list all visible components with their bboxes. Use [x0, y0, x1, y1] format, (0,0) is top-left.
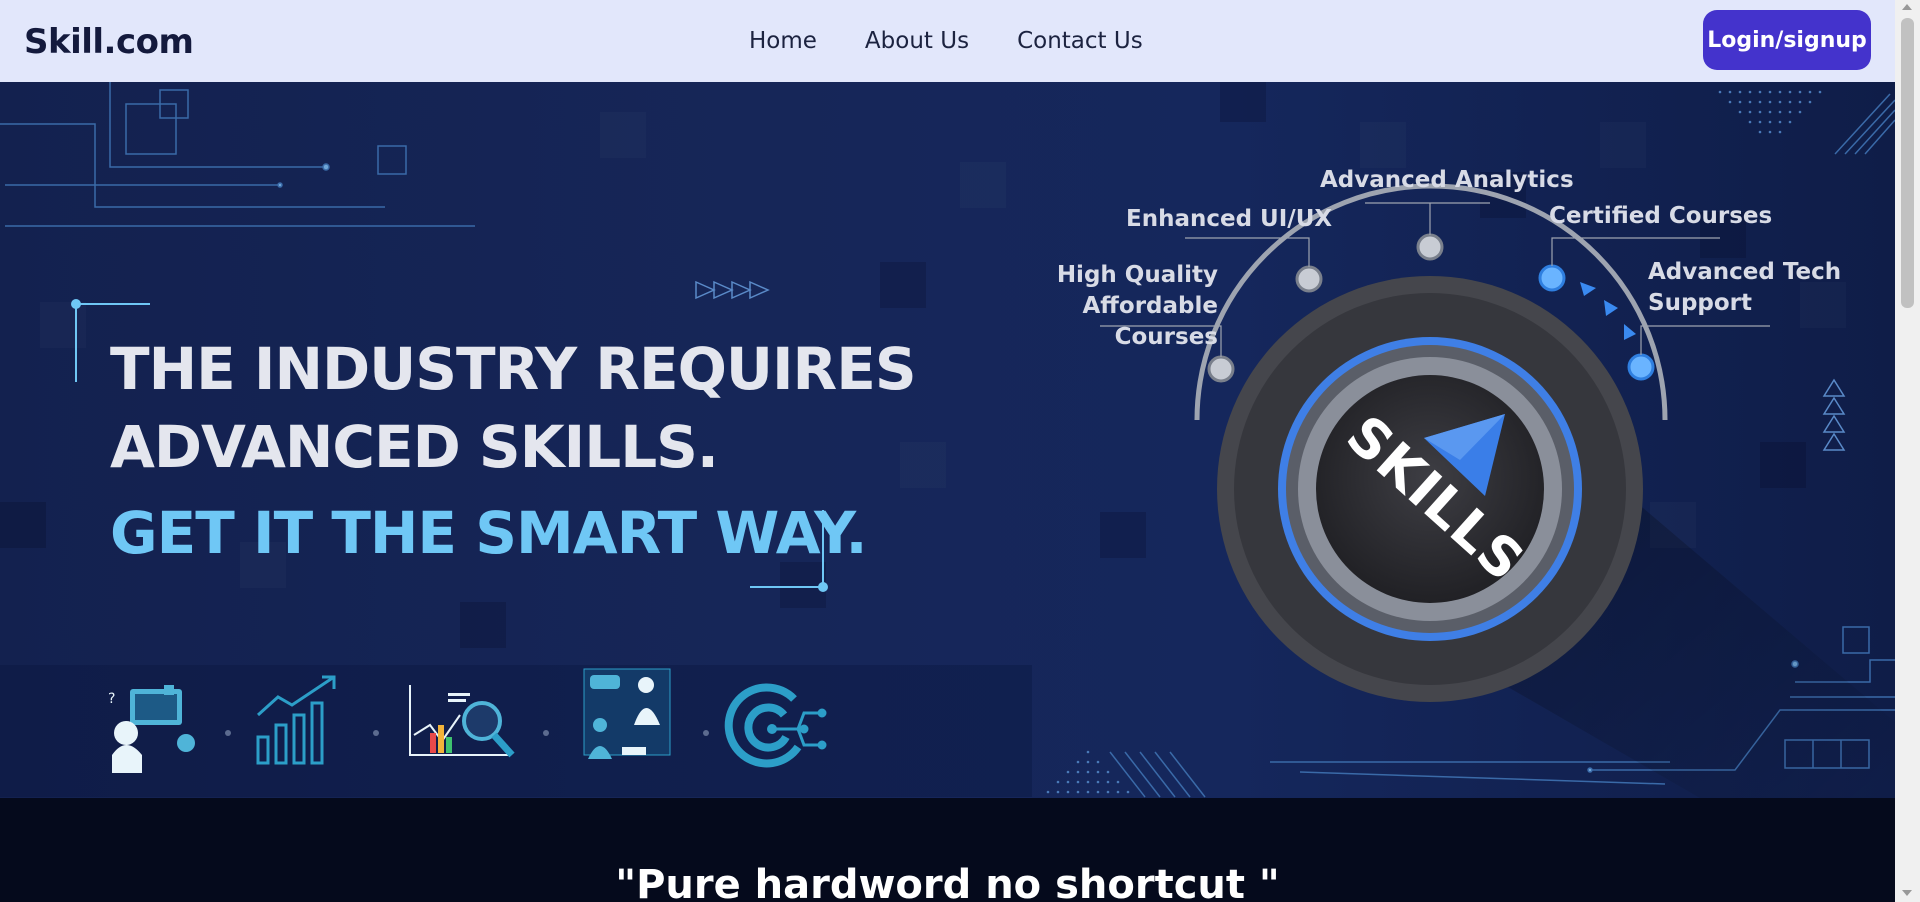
scrollbar-thumb[interactable]: [1901, 18, 1914, 308]
label-enhanced-uiux: Enhanced UI/UX: [1126, 206, 1333, 232]
motto-quote: "Pure hardword no shortcut ": [615, 862, 1280, 902]
label-advanced-analytics: Advanced Analytics: [1320, 167, 1574, 193]
login-signup-button[interactable]: Login/signup: [1703, 10, 1871, 70]
skills-dial: [1100, 183, 1895, 798]
nav-about-link[interactable]: About Us: [865, 28, 969, 54]
nav-links: Home About Us Contact Us: [749, 28, 1143, 54]
quote-section: "Pure hardword no shortcut ": [0, 798, 1895, 902]
label-high-quality-line1: High Quality: [1056, 262, 1218, 288]
nav-home-link[interactable]: Home: [749, 28, 817, 54]
label-advanced-tech-support: Advanced Tech Support: [1648, 257, 1841, 319]
hero-banner: THE INDUSTRY REQUIRES ADVANCED SKILLS. G…: [0, 82, 1895, 798]
label-high-quality: High Quality Affordable Courses: [980, 260, 1218, 353]
label-tech-line1: Advanced Tech: [1648, 259, 1842, 285]
navbar: Skill.com Home About Us Contact Us Login…: [0, 0, 1895, 82]
scroll-down-arrow-icon[interactable]: [1902, 890, 1912, 896]
brand-logo[interactable]: Skill.com: [24, 22, 194, 62]
label-tech-line2: Support: [1648, 290, 1753, 316]
nav-contact-link[interactable]: Contact Us: [1017, 28, 1143, 54]
page-scrollbar[interactable]: [1895, 0, 1920, 902]
scroll-up-arrow-icon[interactable]: [1902, 4, 1912, 10]
label-certified-courses: Certified Courses: [1549, 203, 1773, 229]
label-high-quality-line2: Affordable Courses: [1082, 293, 1218, 350]
